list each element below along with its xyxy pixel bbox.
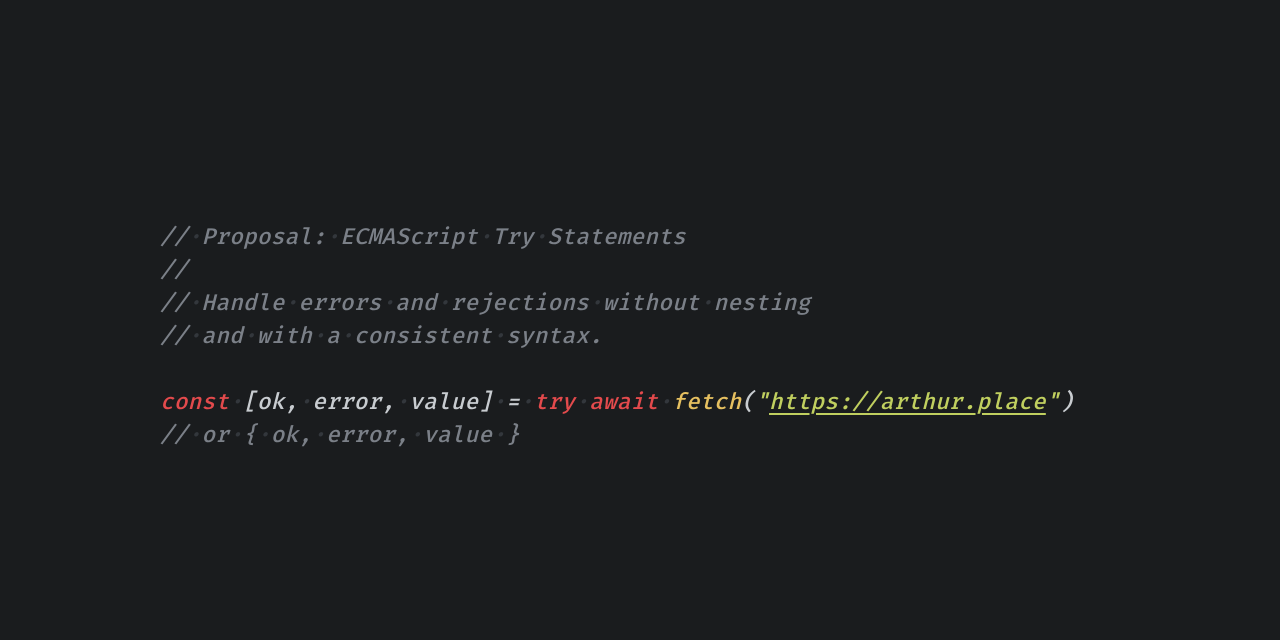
url-link[interactable]: https://arthur.place (769, 389, 1046, 416)
code-line: // (160, 257, 188, 284)
keyword-const: const (160, 389, 229, 416)
identifier: error (312, 389, 381, 416)
comment-line-4: //·and·with·a·consistent·syntax. (160, 323, 603, 350)
comment-line-3: //·Handle·errors·and·rejections·without·… (160, 290, 810, 317)
identifier: value (409, 389, 478, 416)
code-block: //·Proposal:·ECMAScript·Try·Statements /… (0, 188, 1074, 452)
comment-line-1: //·Proposal:·ECMAScript·Try·Statements (160, 224, 686, 251)
blank-line (160, 356, 174, 383)
identifier: ok (257, 389, 285, 416)
keyword-await: await (589, 389, 658, 416)
close-paren: ) (1060, 389, 1074, 416)
code-snippet-card: //·Proposal:·ECMAScript·Try·Statements /… (0, 0, 1280, 640)
code-line: //·and·with·a·consistent·syntax. (160, 323, 603, 350)
code-line: const·[ok,·error,·value]·=·try·await·fet… (160, 389, 1074, 416)
comment-line-5: //·or·{·ok,·error,·value·} (160, 422, 520, 449)
code-line: //·Handle·errors·and·rejections·without·… (160, 290, 810, 317)
keyword-try: try (534, 389, 576, 416)
equals: = (506, 389, 520, 416)
function-name: fetch (672, 389, 741, 416)
comment-line-2: // (160, 257, 188, 284)
open-paren: ( (741, 389, 755, 416)
code-line: //·Proposal:·ECMAScript·Try·Statements (160, 224, 686, 251)
close-bracket: ] (478, 389, 492, 416)
code-line: //·or·{·ok,·error,·value·} (160, 422, 520, 449)
string-literal: "https://arthur.place" (755, 389, 1059, 416)
open-bracket: [ (243, 389, 257, 416)
